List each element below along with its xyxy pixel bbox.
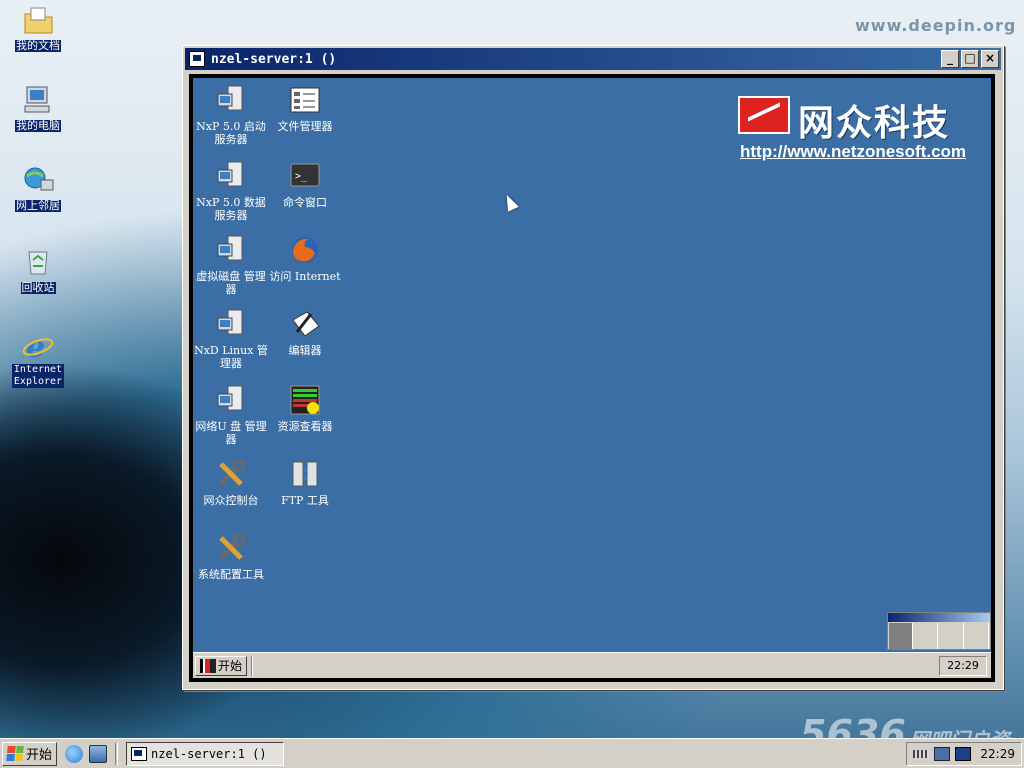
show-desktop-icon[interactable] — [89, 744, 108, 763]
remote-icon-terminal[interactable]: >_ 命令窗口 — [267, 160, 343, 209]
vnc-app-icon — [189, 51, 205, 67]
remote-icon-nxd-linux[interactable]: NxD Linux 管理器 — [193, 308, 269, 370]
network-tray-icon[interactable] — [934, 746, 951, 761]
start-button[interactable]: 开始 — [2, 741, 58, 766]
remote-icon-label: 网众控制台 — [203, 494, 259, 507]
keyboard-icon[interactable] — [913, 749, 930, 758]
remote-icon-label: 系统配置工具 — [198, 568, 264, 581]
quick-launch — [65, 744, 108, 763]
window-title: nzel-server:1 () — [211, 51, 337, 67]
remote-screen-frame: NxP 5.0 启动服务器 NxP 5.0 数据服务器 虚拟磁盘 管理器 NxD… — [189, 74, 995, 682]
maximize-button[interactable]: □ — [961, 50, 979, 68]
workspace-4[interactable] — [966, 623, 989, 649]
svg-text:>_: >_ — [295, 171, 308, 182]
netzone-logo-name: 网众科技 — [798, 103, 951, 144]
remote-icon-label: 编辑器 — [288, 344, 322, 357]
folder-docs-icon — [21, 4, 55, 36]
remote-icon-netzone-console[interactable]: 网众控制台 — [193, 458, 269, 507]
server-icon — [215, 84, 247, 116]
taskbar-clock: 22:29 — [980, 746, 1015, 761]
recycle-bin-icon — [21, 246, 55, 278]
remote-icon-label: 命令窗口 — [283, 196, 327, 209]
desktop-icon-label: Internet Explorer — [12, 364, 64, 388]
remote-icon-file-manager[interactable]: 文件管理器 — [267, 84, 343, 133]
remote-icon-label: 虚拟磁盘 管理器 — [196, 270, 266, 296]
ie-icon: e — [21, 330, 55, 365]
desktop-icon-my-documents[interactable]: 我的文档 — [8, 4, 68, 52]
ie-quicklaunch-icon[interactable] — [65, 744, 84, 763]
desktop-icon-recycle-bin[interactable]: 回收站 — [8, 246, 68, 294]
remote-icon-resource-viewer[interactable]: 资源查看器 — [267, 384, 343, 433]
desktop-icon-label: 我的文档 — [15, 39, 61, 52]
desktop-icon-internet-explorer[interactable]: e Internet Explorer — [8, 330, 68, 388]
workspace-1[interactable] — [889, 623, 913, 649]
remote-icon-internet[interactable]: 访问 Internet — [267, 234, 343, 283]
workspace-2[interactable] — [915, 623, 938, 649]
remote-icon-label: NxP 5.0 启动服务器 — [196, 120, 266, 146]
netzone-logo-mark — [738, 96, 790, 134]
network-icon — [21, 164, 55, 196]
taskbar-item-label: nzel-server:1 () — [151, 746, 267, 761]
workspace-pager[interactable] — [887, 612, 991, 650]
close-button[interactable]: × — [981, 50, 999, 68]
server-icon — [215, 234, 247, 266]
window-titlebar[interactable]: nzel-server:1 () _ □ × — [185, 48, 1001, 70]
remote-icon-ftp[interactable]: FTP 工具 — [267, 458, 343, 507]
remote-icon-system-config[interactable]: 系统配置工具 — [193, 532, 269, 581]
remote-icon-label: 访问 Internet — [269, 270, 341, 283]
remote-start-label: 开始 — [218, 659, 243, 673]
remote-icon-nxp-boot-server[interactable]: NxP 5.0 启动服务器 — [193, 84, 269, 146]
taskbar-separator — [115, 742, 119, 765]
desktop-icon-label: 回收站 — [20, 281, 56, 294]
editor-icon — [289, 308, 321, 340]
netzone-logo-url[interactable]: http://www.netzonesoft.com — [740, 142, 966, 162]
remote-icon-virtual-disk[interactable]: 虚拟磁盘 管理器 — [193, 234, 269, 296]
watermark-deepin: www.deepin.org — [855, 16, 1017, 35]
vnc-tray-icon[interactable] — [955, 746, 972, 761]
remote-icon-label: NxD Linux 管理器 — [194, 344, 268, 370]
firefox-icon — [289, 234, 321, 266]
resource-monitor-icon — [289, 384, 321, 416]
desktop-icon-label: 网上邻居 — [15, 199, 61, 212]
tools-icon — [215, 532, 247, 564]
remote-icon-network-usb[interactable]: 网络U 盘 管理器 — [193, 384, 269, 446]
computer-icon — [21, 84, 55, 116]
start-label: 开始 — [26, 748, 53, 763]
remote-icon-label: FTP 工具 — [281, 494, 329, 507]
desktop-icon-label: 我的电脑 — [15, 119, 61, 132]
remote-desktop[interactable]: NxP 5.0 启动服务器 NxP 5.0 数据服务器 虚拟磁盘 管理器 NxD… — [193, 78, 991, 678]
server-icon — [215, 160, 247, 192]
remote-taskbar: 开始 22:29 — [193, 652, 991, 678]
system-tray: 22:29 — [906, 741, 1022, 766]
remote-icon-label: 文件管理器 — [277, 120, 333, 133]
minimize-button[interactable]: _ — [941, 50, 959, 68]
remote-icon-label: 网络U 盘 管理器 — [195, 420, 267, 446]
pager-titlebar — [888, 613, 990, 622]
tools-icon — [215, 458, 247, 490]
workspace-3[interactable] — [940, 623, 964, 649]
file-manager-icon — [289, 84, 321, 116]
taskbar-item-vnc[interactable]: nzel-server:1 () — [126, 741, 285, 766]
remote-start-button[interactable]: 开始 — [195, 655, 248, 676]
remote-icon-editor[interactable]: 编辑器 — [267, 308, 343, 357]
desktop-icon-network[interactable]: 网上邻居 — [8, 164, 68, 212]
remote-taskbar-separator — [251, 655, 254, 676]
taskbar: 开始 nzel-server:1 () 22:29 — [0, 738, 1024, 768]
server-icon — [215, 308, 247, 340]
terminal-icon: >_ — [289, 160, 321, 192]
remote-icon-nxp-data-server[interactable]: NxP 5.0 数据服务器 — [193, 160, 269, 222]
remote-icon-label: 资源查看器 — [277, 420, 333, 433]
server-icon — [215, 384, 247, 416]
remote-icon-label: NxP 5.0 数据服务器 — [196, 196, 266, 222]
remote-clock: 22:29 — [939, 655, 987, 676]
vnc-app-icon — [131, 746, 148, 761]
vnc-window[interactable]: nzel-server:1 () _ □ × NxP 5.0 启动服务器 NxP… — [182, 45, 1004, 690]
desktop-icon-my-computer[interactable]: 我的电脑 — [8, 84, 68, 132]
ftp-icon — [289, 458, 321, 490]
windows-flag-icon — [6, 746, 24, 761]
remote-start-icon — [200, 658, 216, 673]
